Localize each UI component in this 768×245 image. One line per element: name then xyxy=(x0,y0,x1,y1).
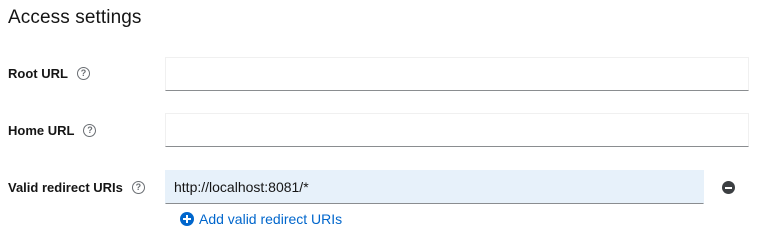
section-title: Access settings xyxy=(8,7,142,28)
redirect-uri-input[interactable] xyxy=(165,170,704,204)
root-url-row: Root URL ? xyxy=(0,57,768,91)
help-icon[interactable]: ? xyxy=(76,67,90,80)
home-url-input[interactable] xyxy=(165,113,749,147)
redirect-uris-label: Valid redirect URIs xyxy=(8,180,123,195)
home-url-label-group: Home URL ? xyxy=(8,123,97,138)
root-url-input[interactable] xyxy=(165,57,749,91)
add-redirect-uri-label: Add valid redirect URIs xyxy=(199,211,343,227)
add-redirect-uri-button[interactable]: Add valid redirect URIs xyxy=(180,211,342,227)
redirect-uris-label-group: Valid redirect URIs ? xyxy=(8,180,145,195)
root-url-label: Root URL xyxy=(8,66,68,81)
redirect-uris-row: Valid redirect URIs ? xyxy=(0,170,768,204)
root-url-label-group: Root URL ? xyxy=(8,66,90,81)
help-icon[interactable]: ? xyxy=(131,181,145,194)
plus-circle-icon xyxy=(180,212,194,226)
home-url-label: Home URL xyxy=(8,123,75,138)
home-url-row: Home URL ? xyxy=(0,113,768,147)
minus-circle-icon[interactable] xyxy=(722,181,735,194)
help-icon[interactable]: ? xyxy=(83,124,97,137)
